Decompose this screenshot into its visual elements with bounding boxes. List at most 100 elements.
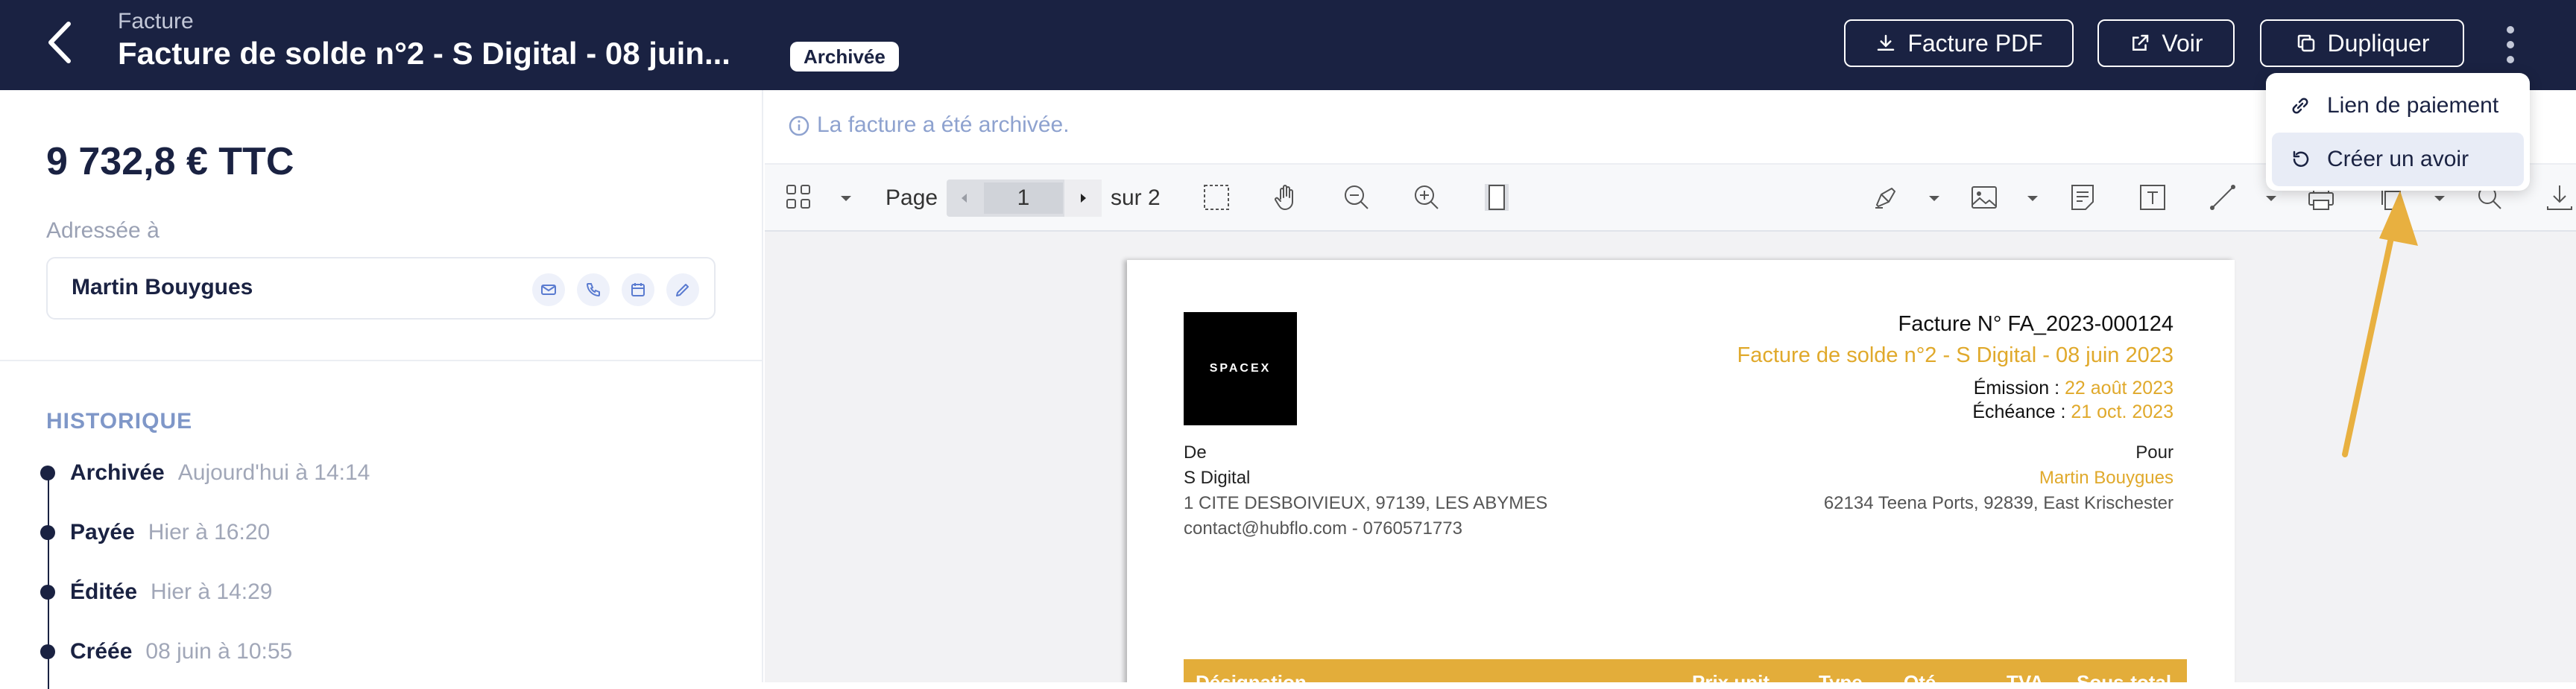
history-time: Aujourd'hui à 14:14 <box>177 460 370 485</box>
document-viewport[interactable]: SPACEX Facture N° FA_2023-000124 Facture… <box>765 232 2576 682</box>
zoom-in-icon[interactable] <box>1409 180 1445 215</box>
chevron-down-icon[interactable] <box>2263 190 2279 206</box>
info-icon <box>789 115 809 136</box>
page-count-label: sur 2 <box>1111 185 1161 210</box>
recipient-name: Martin Bouygues <box>2039 468 2174 488</box>
history-item: Créée 08 juin à 10:55 <box>40 637 292 667</box>
company-logo: SPACEX <box>1184 312 1297 425</box>
invoice-page: SPACEX Facture N° FA_2023-000124 Facture… <box>1127 260 2235 682</box>
fit-page-icon[interactable] <box>1479 180 1515 215</box>
text-box-icon[interactable] <box>2135 180 2171 215</box>
download-icon[interactable] <box>2542 180 2576 215</box>
next-page-icon[interactable] <box>1064 180 1102 217</box>
from-label: De <box>1184 442 1207 463</box>
history-status: Créée <box>70 639 133 664</box>
back-arrow-icon[interactable] <box>40 18 79 67</box>
select-area-icon[interactable] <box>1199 180 1234 215</box>
history-title: HISTORIQUE <box>46 409 193 434</box>
undo-icon <box>2293 150 2309 167</box>
contact-name: Martin Bouygues <box>72 275 253 299</box>
zoom-out-icon[interactable] <box>1339 180 1374 215</box>
download-icon <box>1878 34 1895 51</box>
notice-text: La facture a été archivée. <box>817 112 1070 137</box>
contact-card: Martin Bouygues <box>46 257 716 320</box>
view-button[interactable]: Voir <box>2097 19 2235 67</box>
phone-icon[interactable] <box>577 273 610 306</box>
menu-item-label: Lien de paiement <box>2327 93 2499 118</box>
menu-item-payment-link[interactable]: Lien de paiement <box>2272 79 2524 133</box>
divider <box>0 360 762 361</box>
due-date: 21 oct. 2023 <box>2071 401 2174 422</box>
email-icon[interactable] <box>532 273 565 306</box>
header-label: Facture <box>118 9 194 34</box>
chevron-down-icon[interactable] <box>838 190 854 206</box>
page-navigator: 1 <box>947 180 1102 217</box>
pan-hand-icon[interactable] <box>1269 180 1304 215</box>
emission-line: Émission : 22 août 2023 <box>1974 378 2174 399</box>
calendar-icon[interactable] <box>622 273 654 306</box>
duplicate-button-label: Dupliquer <box>2327 29 2430 57</box>
status-badge: Archivée <box>790 42 899 72</box>
pdf-button[interactable]: Facture PDF <box>1844 19 2074 67</box>
sender-contact: contact@hubflo.com - 0760571773 <box>1184 518 1462 539</box>
more-options-icon[interactable] <box>2496 22 2525 67</box>
history-time: Hier à 16:20 <box>148 520 271 544</box>
page-title: Facture de solde n°2 - S Digital - 08 ju… <box>118 36 730 71</box>
timeline-dot <box>40 585 55 600</box>
col-subtotal: Sous-total <box>2077 671 2172 682</box>
due-label: Échéance : <box>1972 401 2066 422</box>
history-item: Archivée Aujourd'hui à 14:14 <box>40 458 370 488</box>
history-item: Éditée Hier à 14:29 <box>40 577 272 607</box>
chevron-down-icon[interactable] <box>2431 190 2448 206</box>
emission-label: Émission : <box>1973 378 2060 399</box>
prev-page-icon[interactable] <box>947 180 982 217</box>
edit-icon[interactable] <box>666 273 699 306</box>
due-line: Échéance : 21 oct. 2023 <box>1972 401 2174 423</box>
highlighter-icon[interactable] <box>1868 180 1904 215</box>
addressed-to-label: Adressée à <box>46 218 160 243</box>
emission-date: 22 août 2023 <box>2065 378 2174 399</box>
invoice-title: Facture de solde n°2 - S Digital - 08 ju… <box>1737 343 2174 367</box>
history-time: Hier à 14:29 <box>151 580 273 604</box>
pdf-button-label: Facture PDF <box>1907 29 2043 57</box>
total-amount: 9 732,8 € TTC <box>46 140 294 183</box>
sender-address: 1 CITE DESBOIVIEUX, 97139, LES ABYMES <box>1184 493 1548 513</box>
duplicate-button[interactable]: Dupliquer <box>2260 19 2464 67</box>
link-icon <box>2292 98 2308 114</box>
recipient-address: 62134 Teena Ports, 92839, East Krischest… <box>1823 493 2174 513</box>
page-label: Page <box>886 185 938 210</box>
timeline-dot <box>40 525 55 540</box>
history-status: Éditée <box>70 580 138 604</box>
chevron-down-icon[interactable] <box>2024 190 2041 206</box>
timeline-dot <box>40 644 55 659</box>
col-type: Type <box>1819 671 1863 682</box>
more-options-menu: Lien de paiement Créer un avoir <box>2266 73 2530 191</box>
invoice-summary-panel: 9 732,8 € TTC Adressée à Martin Bouygues… <box>0 90 763 689</box>
copy-icon <box>2297 34 2314 52</box>
thumbnails-icon[interactable] <box>781 180 817 215</box>
menu-item-label: Créer un avoir <box>2327 147 2469 171</box>
history-time: 08 juin à 10:55 <box>145 639 293 664</box>
note-icon[interactable] <box>2065 180 2100 215</box>
menu-item-create-credit-note[interactable]: Créer un avoir <box>2272 133 2524 186</box>
recipient-block: Pour Martin Bouygues 62134 Teena Ports, … <box>1824 440 2174 516</box>
page-number-input[interactable]: 1 <box>984 182 1063 214</box>
col-quantity: Qté <box>1904 671 1936 682</box>
to-label: Pour <box>2135 442 2174 463</box>
items-table-header: Désignation Prix unit. Type Qté TVA Sous… <box>1184 659 2187 682</box>
chevron-down-icon[interactable] <box>1926 190 1942 206</box>
top-header: Facture Facture de solde n°2 - S Digital… <box>0 0 2576 90</box>
timeline-dot <box>40 466 55 480</box>
col-vat: TVA <box>2007 671 2045 682</box>
col-designation: Désignation <box>1196 671 1307 682</box>
view-button-label: Voir <box>2162 29 2203 57</box>
invoice-number: Facture N° FA_2023-000124 <box>1898 312 2174 336</box>
image-icon[interactable] <box>1966 180 2002 215</box>
external-link-icon <box>2133 34 2149 51</box>
col-unit-price: Prix unit. <box>1692 671 1775 682</box>
history-status: Payée <box>70 520 135 544</box>
line-tool-icon[interactable] <box>2205 180 2241 215</box>
sender-name: S Digital <box>1184 468 1251 488</box>
sender-block: De S Digital 1 CITE DESBOIVIEUX, 97139, … <box>1184 440 1547 542</box>
history-status: Archivée <box>70 460 165 485</box>
